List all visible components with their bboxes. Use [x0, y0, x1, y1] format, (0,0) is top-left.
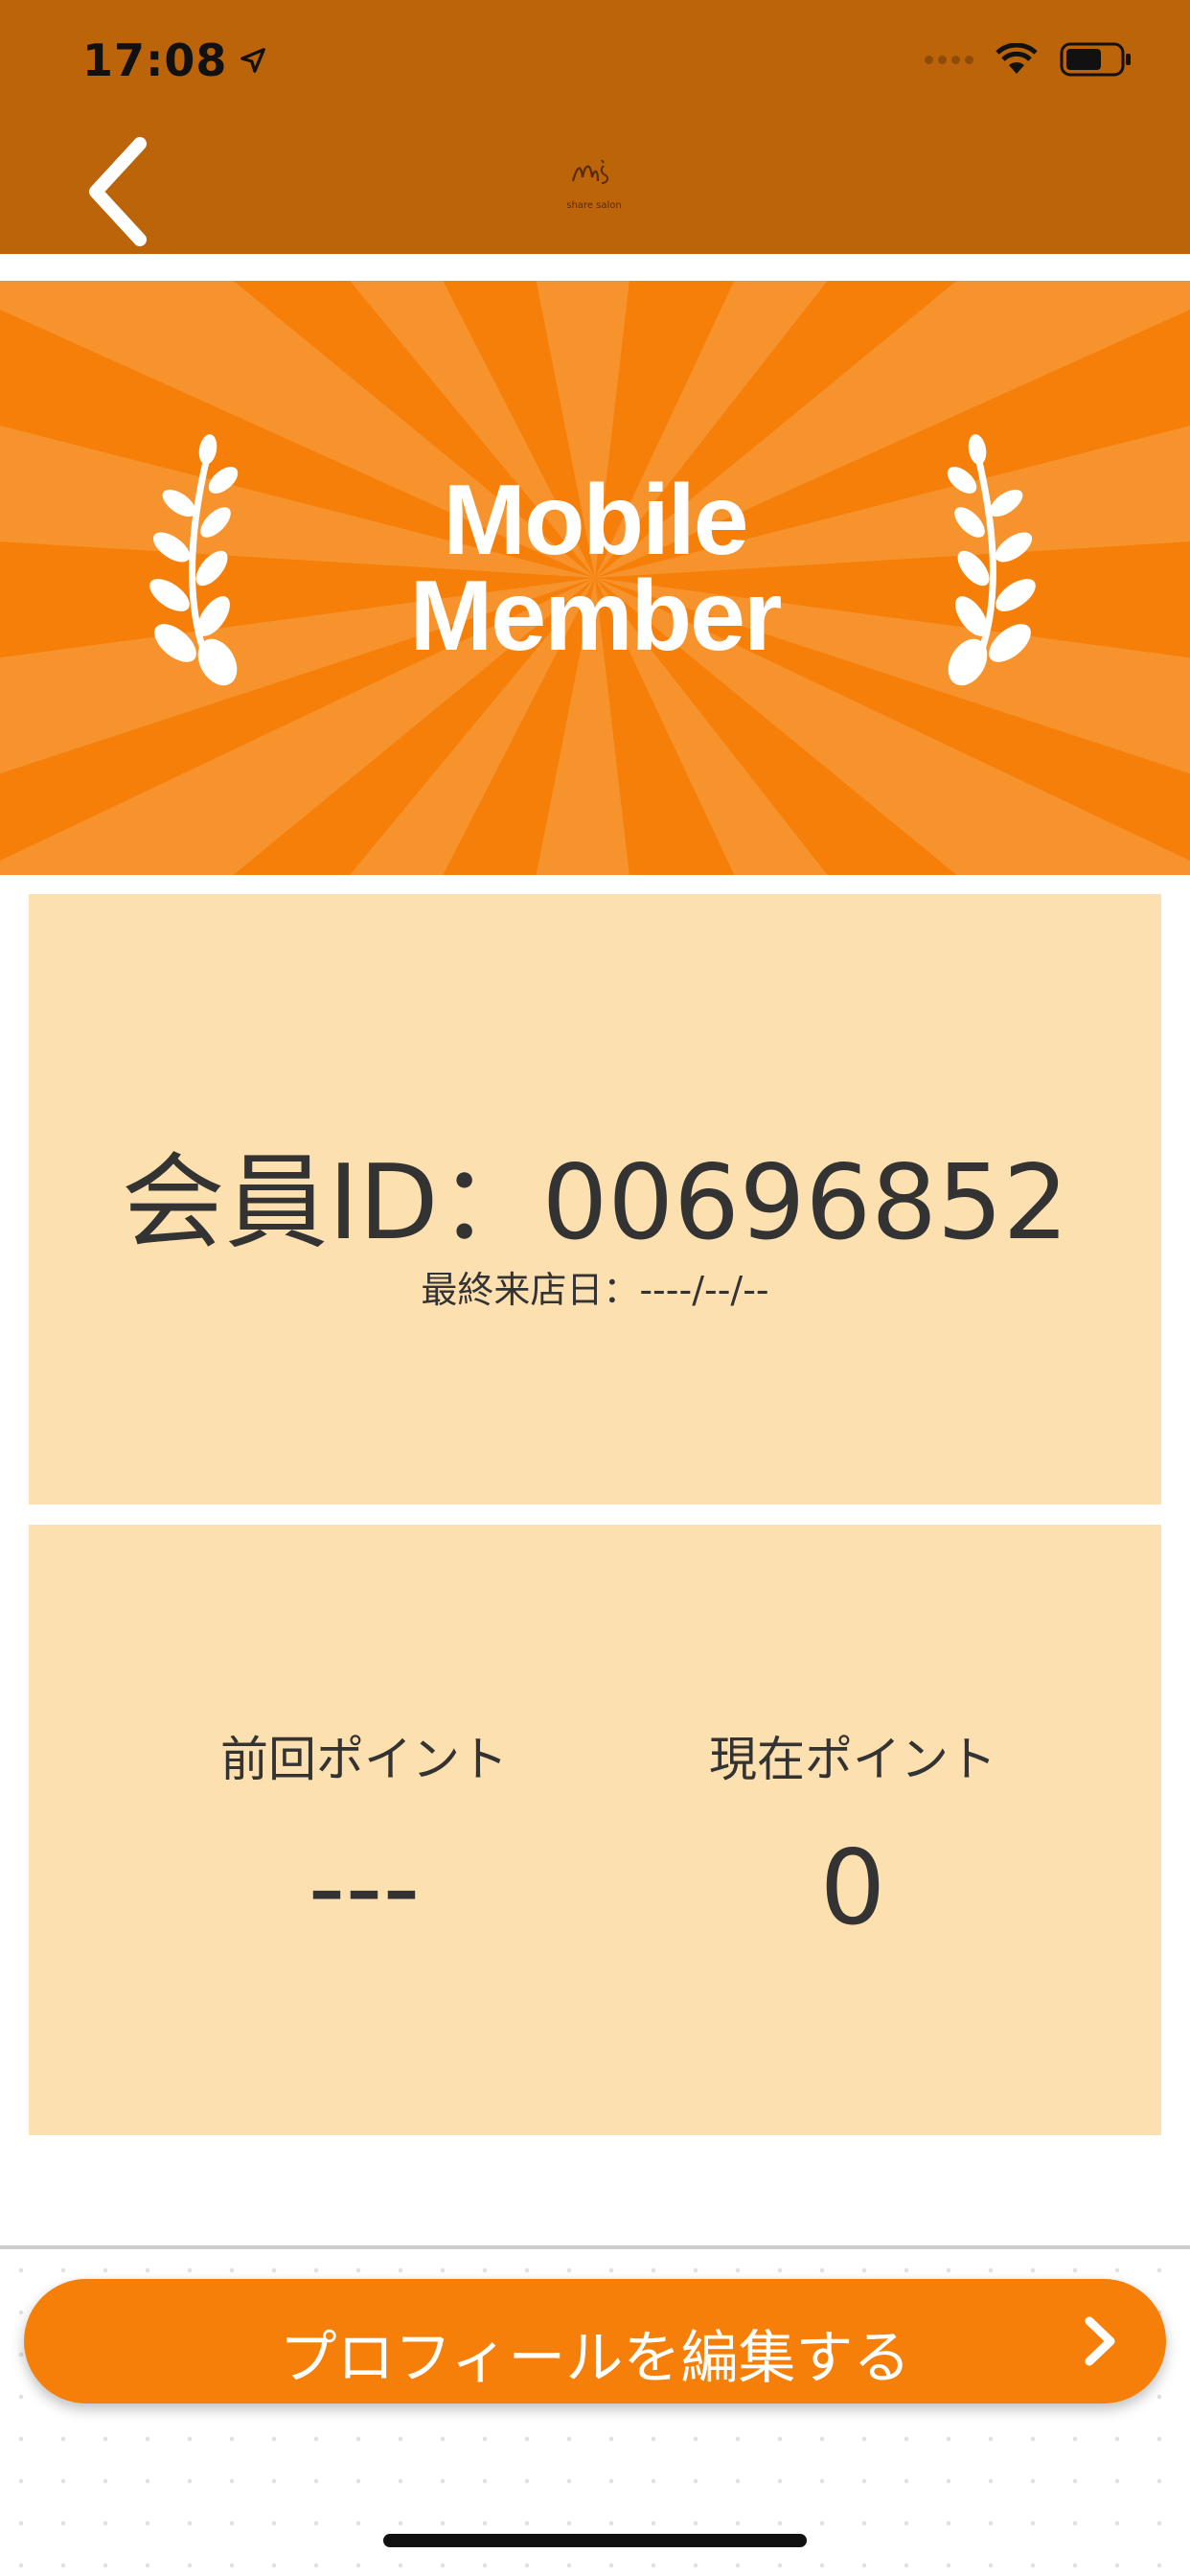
status-time-text: 17:08 [82, 34, 228, 86]
app-header: 17:08 share salon [0, 0, 1190, 254]
cellular-signal-icon [925, 55, 973, 64]
current-points-label: 現在ポイント [709, 1732, 996, 1787]
current-points: 現在ポイント 0 [604, 1721, 1102, 1948]
chevron-right-icon [1085, 2316, 1115, 2366]
member-id-card: 会員ID：00696852 最終来店日：----/--/-- [29, 894, 1161, 1505]
status-time: 17:08 [82, 34, 267, 86]
battery-icon [1060, 42, 1133, 77]
back-button[interactable] [82, 134, 159, 249]
wifi-icon [995, 43, 1039, 76]
edit-profile-button[interactable]: プロフィールを編集する [24, 2279, 1166, 2404]
svg-text:share salon: share salon [566, 200, 621, 211]
home-indicator[interactable] [383, 2534, 807, 2547]
member-id: 会員ID：00696852 [121, 1143, 1069, 1263]
status-indicators [925, 42, 1133, 77]
location-arrow-icon [240, 48, 266, 73]
previous-points-label: 前回ポイント [220, 1732, 508, 1787]
current-points-value: 0 [819, 1828, 886, 1948]
previous-points: 前回ポイント --- [115, 1721, 613, 1948]
previous-points-value: --- [308, 1828, 421, 1948]
chevron-left-icon [89, 137, 147, 246]
points-card: 前回ポイント --- 現在ポイント 0 [29, 1525, 1161, 2135]
salon-logo: share salon [546, 149, 642, 225]
last-visit-date: 最終来店日：----/--/-- [421, 1269, 769, 1311]
mobile-member-banner: Mobile Member [0, 281, 1190, 875]
edit-profile-label: プロフィールを編集する [279, 2325, 911, 2392]
laurel-right-icon [947, 434, 1036, 686]
